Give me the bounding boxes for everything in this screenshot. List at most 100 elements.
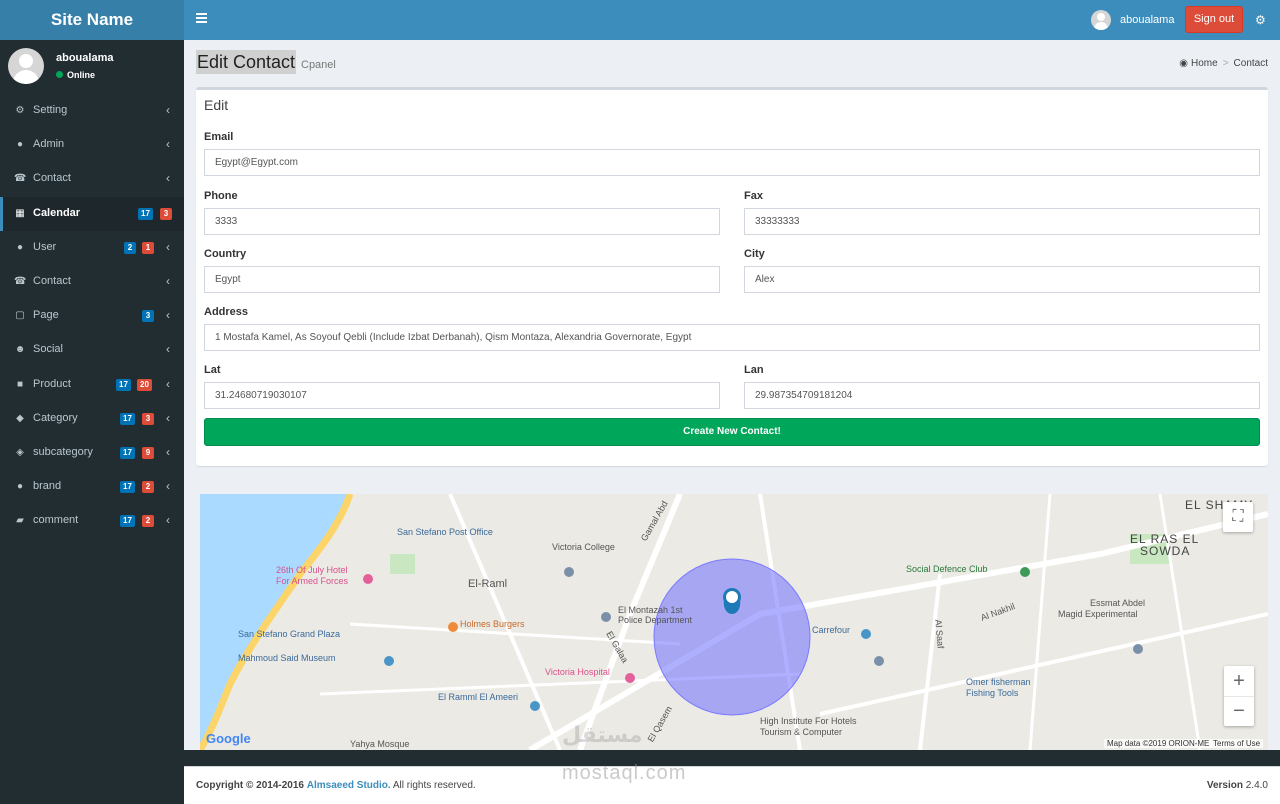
count-badge: 9 [142,446,154,459]
sidebar-item-label: Social [33,343,63,356]
studio-link[interactable]: Almsaeed Studio. [307,780,391,791]
status-text: Online [67,70,96,80]
tag-icon: ◆ [16,412,24,424]
sidebar-item-label: Category [33,411,78,424]
map-canvas [200,494,1268,750]
page-icon: ▢ [15,310,25,322]
sidebar-item-social[interactable]: ☻ Social ‹ [0,333,184,367]
chevron-left-icon: ‹ [166,410,170,425]
users-icon: ☻ [14,344,26,356]
sidebar-item-label: Page [33,309,59,322]
count-badge: 3 [142,412,154,425]
gear-icon: ⚙ [15,105,25,116]
chevron-left-icon: ‹ [166,171,170,186]
chevron-left-icon: ‹ [166,103,170,117]
fullscreen-icon[interactable]: ⛶ [1223,502,1253,532]
map-label: For Armed Forces [276,576,349,586]
watermark-latin: mostaql.com [562,762,687,784]
zoom-control: + − [1224,666,1254,726]
map-label: Carrefour [812,625,851,635]
chevron-left-icon: ‹ [166,479,170,494]
fax-field[interactable]: 33333333 [744,208,1260,235]
sidebar-item-label: Product [33,377,71,390]
hamburger-menu-icon[interactable] [196,13,207,23]
user-icon: ● [16,241,24,253]
sidebar-item-admin[interactable]: ● Admin ‹ [0,128,184,162]
city-field[interactable]: Alex [744,266,1260,293]
fax-label: Fax [744,190,763,202]
breadcrumb-current: Contact [1233,58,1268,69]
map-label: Social Defence Club [906,564,988,574]
map-label: Mahmoud Said Museum [238,653,336,663]
calendar-icon: ▦ [15,207,25,219]
zoom-in-button[interactable]: + [1224,666,1254,696]
box-title: Edit [204,97,229,113]
count-badge: 2 [142,515,154,528]
map-label: SOWDA [1140,544,1191,558]
header-user-name[interactable]: aboualama [1120,14,1174,26]
map-label: Omer fisherman [966,677,1031,687]
map-label: 26th Of July Hotel [276,565,348,575]
sidebar-item-setting[interactable]: ⚙ Setting ‹ [0,94,184,128]
lat-label: Lat [204,364,221,376]
sidebar-item-calendar[interactable]: ▦ Calendar 17 3 [0,196,184,231]
map-label: Essmat Abdel [1090,598,1146,608]
sidebar-item-brand[interactable]: ● brand 17 2 ‹ [0,470,184,504]
map-label: High Institute For Hotels [760,716,857,726]
count-badge: 1 [142,241,154,254]
map-label: El Montazah 1st [618,605,683,615]
page-title: Edit Contact [196,50,297,74]
avatar [8,48,44,84]
sidebar-item-contact[interactable]: ☎ Contact ‹ [0,162,184,196]
create-contact-button[interactable]: Create New Contact! [204,418,1260,446]
sidebar-item-user[interactable]: ● User 2 1 ‹ [0,231,184,265]
footer-divider [184,750,1280,766]
sidebar-item-subcategory[interactable]: ◈ subcategory 17 9 ‹ [0,436,184,470]
gears-icon[interactable]: ⚙ [1255,13,1266,27]
map-label: El-Raml [468,578,508,590]
city-label: City [744,248,765,260]
chevron-left-icon: ‹ [166,239,170,254]
breadcrumb: ◉ Home > Contact [1179,58,1268,69]
count-badge: 17 [120,446,135,459]
sidebar-item-label: brand [33,480,62,493]
country-field[interactable]: Egypt [204,266,720,293]
phone-icon: ☎ [14,173,27,185]
version-value: 2.4.0 [1245,780,1268,791]
map-label: Victoria Hospital [545,667,610,677]
zoom-out-button[interactable]: − [1224,696,1254,726]
map-label: Police Department [618,615,693,625]
count-badge: 3 [142,310,154,323]
count-badge: 3 [160,207,172,220]
sidebar-item-product[interactable]: ■ Product 17 20 ‹ [0,368,184,402]
lat-field[interactable]: 31.24680719030107 [204,382,720,409]
sidebar-item-label: Admin [33,138,65,151]
count-badge: 17 [120,515,135,528]
email-field[interactable]: Egypt@Egypt.com [204,149,1260,176]
apple-icon: ● [16,481,24,493]
sidebar-item-contact-2[interactable]: ☎ Contact ‹ [0,265,184,299]
sidebar-item-category[interactable]: ◆ Category 17 3 ‹ [0,402,184,436]
breadcrumb-home[interactable]: Home [1191,58,1218,69]
map-terms-link[interactable]: Terms of Use [1210,739,1264,748]
user-status: Online [56,70,95,80]
count-badge: 17 [116,378,131,391]
map-attribution: Map data ©2019 ORION-ME [1104,739,1213,748]
lan-field[interactable]: 29.987354709181204 [744,382,1260,409]
site-logo[interactable]: Site Name [0,0,184,40]
phone-icon: ☎ [14,275,27,287]
sidebar-item-page[interactable]: ▢ Page 3 ‹ [0,299,184,333]
address-field[interactable]: 1 Mostafa Kamel, As Soyouf Qebli (Includ… [204,324,1260,351]
sidebar-item-label: Setting [33,104,68,116]
chevron-left-icon: ‹ [166,308,170,323]
sign-out-button[interactable]: Sign out [1185,6,1243,33]
sidebar-item-comment[interactable]: ▰ comment 17 2 ‹ [0,504,184,538]
count-badge: 2 [124,241,136,254]
version-label: Version [1206,780,1243,791]
phone-field[interactable]: 3333 [204,208,720,235]
sidebar-item-label: Contact [33,274,71,287]
header-avatar[interactable] [1091,10,1111,30]
location-map[interactable]: San Stefano Post Office Victoria College… [200,494,1268,750]
user-icon: ● [16,139,24,151]
comments-icon: ▰ [16,515,24,527]
